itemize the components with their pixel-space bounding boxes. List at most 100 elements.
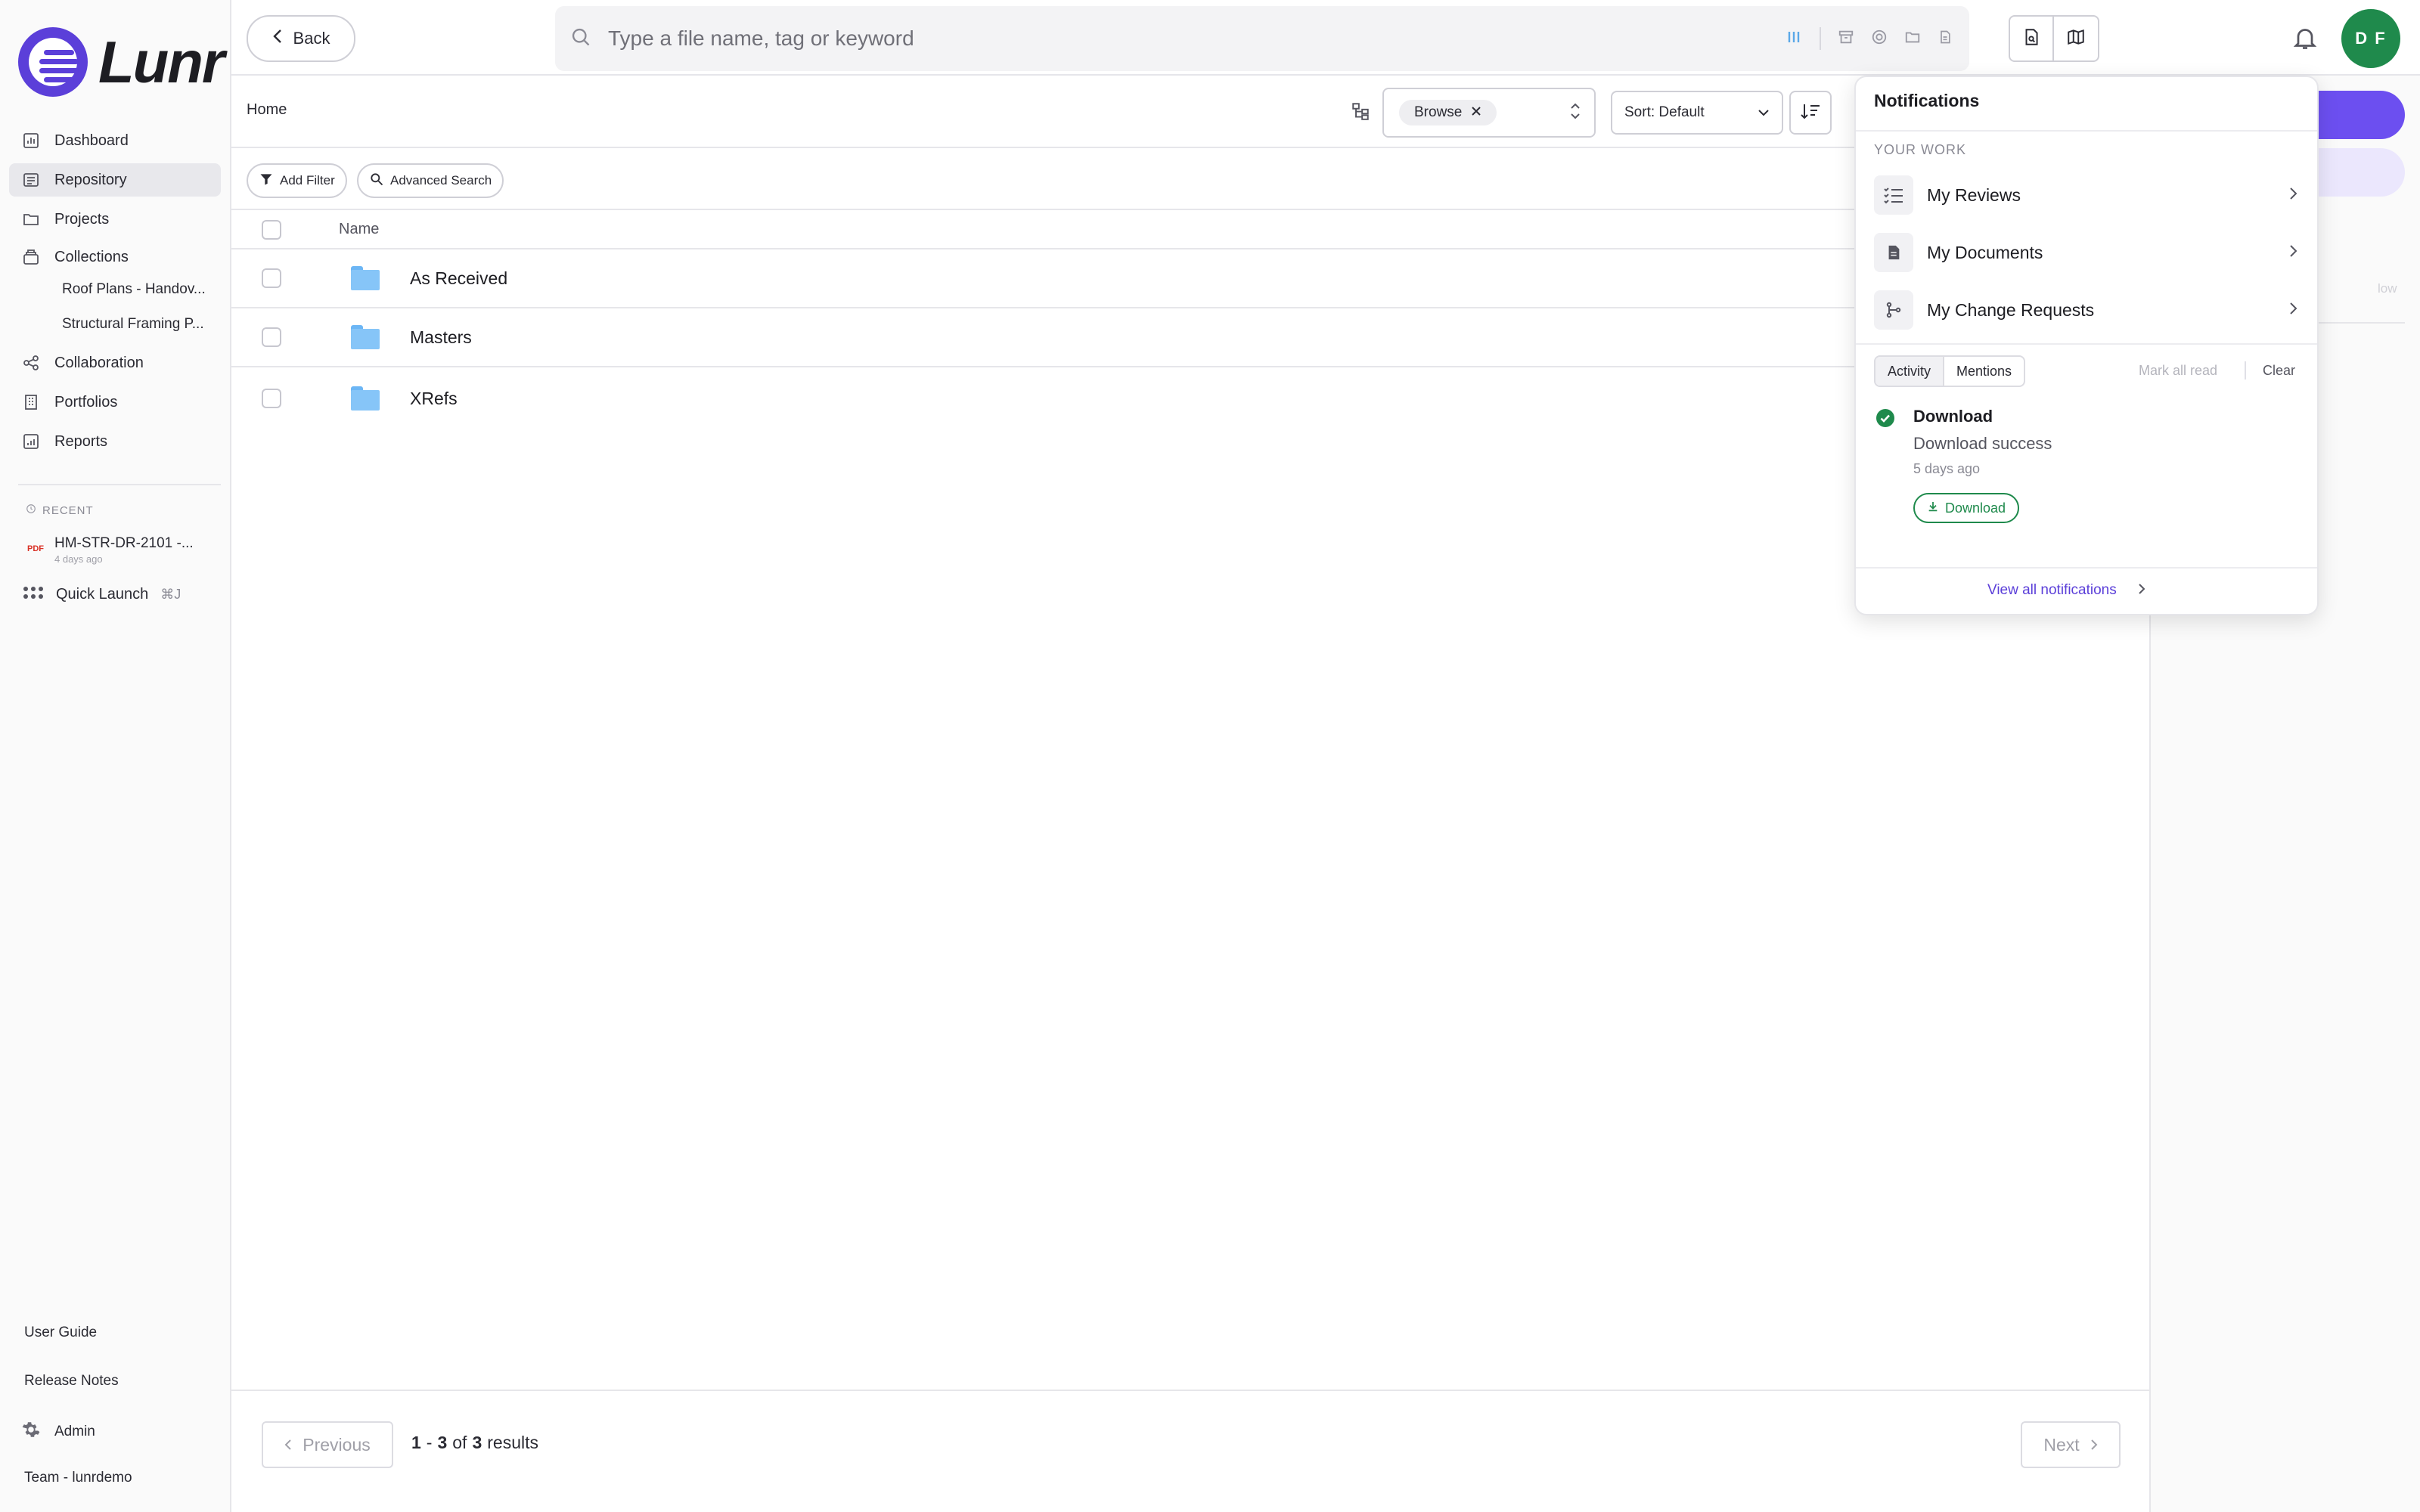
chevron-right-icon bbox=[2288, 187, 2297, 204]
logo[interactable]: Lunr bbox=[18, 27, 225, 97]
search-bar[interactable]: Type a file name, tag or keyword bbox=[555, 6, 1969, 71]
notification-title: Download bbox=[1913, 407, 1993, 426]
avatar[interactable]: D F bbox=[2341, 9, 2400, 68]
logo-text: Lunr bbox=[98, 28, 225, 95]
document-search-icon bbox=[2021, 27, 2041, 51]
advanced-search-button[interactable]: Advanced Search bbox=[357, 163, 504, 198]
sidebar-item-reports[interactable]: Reports bbox=[9, 425, 221, 458]
document-filter-icon[interactable] bbox=[1938, 29, 1953, 49]
gear-icon bbox=[21, 1420, 41, 1443]
repository-icon bbox=[21, 170, 41, 190]
range-end: 3 bbox=[437, 1433, 448, 1452]
browse-select[interactable]: Browse bbox=[1382, 88, 1596, 138]
collections-icon bbox=[21, 247, 41, 267]
my-reviews-link[interactable]: My Reviews bbox=[1874, 174, 2297, 216]
document-view-button[interactable] bbox=[2010, 17, 2054, 60]
folder-icon bbox=[351, 386, 380, 411]
folder-icon bbox=[351, 325, 380, 349]
sidebar-item-label: Collaboration bbox=[54, 354, 144, 371]
git-branch-icon bbox=[1874, 290, 1913, 330]
updown-icon bbox=[1570, 102, 1581, 124]
row-checkbox[interactable] bbox=[262, 389, 281, 408]
close-icon[interactable] bbox=[1471, 104, 1481, 121]
building-icon bbox=[21, 392, 41, 412]
folder-name[interactable]: XRefs bbox=[410, 389, 458, 409]
chevron-right-icon bbox=[2090, 1435, 2098, 1455]
my-documents-link[interactable]: My Documents bbox=[1874, 231, 2297, 274]
folder-icon bbox=[21, 209, 41, 229]
section-heading: YOUR WORK bbox=[1874, 142, 1967, 157]
tab-mentions[interactable]: Mentions bbox=[1944, 357, 2024, 386]
sort-direction-button[interactable] bbox=[1789, 91, 1832, 135]
sidebar: Lunr Dashboard Repository Projects Colle… bbox=[0, 0, 231, 1512]
back-button[interactable]: Back bbox=[247, 15, 355, 62]
clear-button[interactable]: Clear bbox=[2263, 363, 2295, 379]
release-notes-link[interactable]: Release Notes bbox=[24, 1373, 119, 1390]
folder-name[interactable]: Masters bbox=[410, 327, 472, 348]
recent-heading: RECENT bbox=[26, 503, 94, 517]
admin-label: Admin bbox=[54, 1423, 95, 1439]
logo-mark-icon bbox=[18, 27, 88, 97]
clock-icon bbox=[26, 503, 36, 517]
admin-link[interactable]: Admin bbox=[21, 1420, 95, 1443]
team-label[interactable]: Team - lunrdemo bbox=[24, 1470, 132, 1486]
select-all-checkbox[interactable] bbox=[262, 220, 281, 240]
bell-icon[interactable] bbox=[2291, 24, 2319, 55]
results-summary: 1 - 3 of 3 results bbox=[411, 1433, 538, 1452]
add-filter-button[interactable]: Add Filter bbox=[247, 163, 347, 198]
notifications-title: Notifications bbox=[1874, 91, 1980, 110]
divider bbox=[1856, 343, 2317, 345]
recent-item[interactable]: PDF HM-STR-DR-2101 -... 4 days ago bbox=[27, 535, 194, 565]
view-all-notifications-link[interactable]: View all notifications bbox=[1987, 582, 2145, 599]
map-view-button[interactable] bbox=[2054, 17, 2098, 60]
folder-icon bbox=[351, 266, 380, 290]
document-icon bbox=[1874, 233, 1913, 272]
notification-time: 5 days ago bbox=[1913, 461, 1981, 476]
sidebar-item-projects[interactable]: Projects bbox=[9, 203, 221, 236]
sidebar-item-collections[interactable]: Collections bbox=[9, 240, 221, 274]
search-icon bbox=[570, 26, 591, 51]
collection-item[interactable]: Roof Plans - Handov... bbox=[62, 281, 206, 298]
notification-body: Download success bbox=[1913, 434, 2052, 453]
row-checkbox[interactable] bbox=[262, 268, 281, 288]
sidebar-item-collaboration[interactable]: Collaboration bbox=[9, 346, 221, 380]
divider bbox=[18, 484, 221, 485]
archive-icon[interactable] bbox=[1838, 29, 1854, 49]
separator bbox=[2245, 361, 2246, 380]
tab-activity[interactable]: Activity bbox=[1876, 357, 1945, 386]
folder-filter-icon[interactable] bbox=[1904, 29, 1921, 49]
filter-sliders-icon[interactable] bbox=[1785, 28, 1803, 50]
next-button[interactable]: Next bbox=[2021, 1421, 2121, 1468]
row-checkbox[interactable] bbox=[262, 327, 281, 347]
separator bbox=[1820, 27, 1821, 50]
search-icon bbox=[369, 172, 384, 191]
chevron-right-icon bbox=[2138, 583, 2145, 599]
range-start: 1 bbox=[411, 1433, 421, 1452]
previous-button[interactable]: Previous bbox=[262, 1421, 393, 1468]
report-icon bbox=[21, 432, 41, 451]
search-input[interactable]: Type a file name, tag or keyword bbox=[608, 26, 914, 51]
view-toggle bbox=[2009, 15, 2099, 62]
target-icon[interactable] bbox=[1871, 29, 1888, 49]
notification-download-button[interactable]: Download bbox=[1913, 493, 2020, 523]
sidebar-item-portfolios[interactable]: Portfolios bbox=[9, 386, 221, 419]
breadcrumb[interactable]: Home bbox=[247, 101, 287, 119]
my-change-requests-link[interactable]: My Change Requests bbox=[1874, 289, 2297, 331]
collection-item[interactable]: Structural Framing P... bbox=[62, 316, 204, 333]
sort-select[interactable]: Sort: Default bbox=[1611, 91, 1783, 135]
sidebar-item-label: Projects bbox=[54, 210, 110, 228]
sidebar-item-repository[interactable]: Repository bbox=[9, 163, 221, 197]
panel-faint-text: low bbox=[2378, 281, 2397, 296]
tree-view-icon[interactable] bbox=[1351, 101, 1370, 125]
quick-launch[interactable]: Quick Launch ⌘J bbox=[23, 585, 181, 604]
user-guide-link[interactable]: User Guide bbox=[24, 1325, 97, 1341]
sidebar-item-dashboard[interactable]: Dashboard bbox=[9, 124, 221, 157]
grid-dots-icon bbox=[23, 585, 44, 604]
mark-all-read-button[interactable]: Mark all read bbox=[2139, 363, 2217, 379]
notification-tabs: Activity Mentions bbox=[1874, 355, 2026, 387]
column-name-header[interactable]: Name bbox=[339, 221, 379, 238]
sidebar-item-label: Reports bbox=[54, 432, 108, 450]
quick-launch-label: Quick Launch bbox=[56, 586, 149, 603]
folder-name[interactable]: As Received bbox=[410, 268, 507, 289]
browse-chip[interactable]: Browse bbox=[1399, 100, 1497, 125]
